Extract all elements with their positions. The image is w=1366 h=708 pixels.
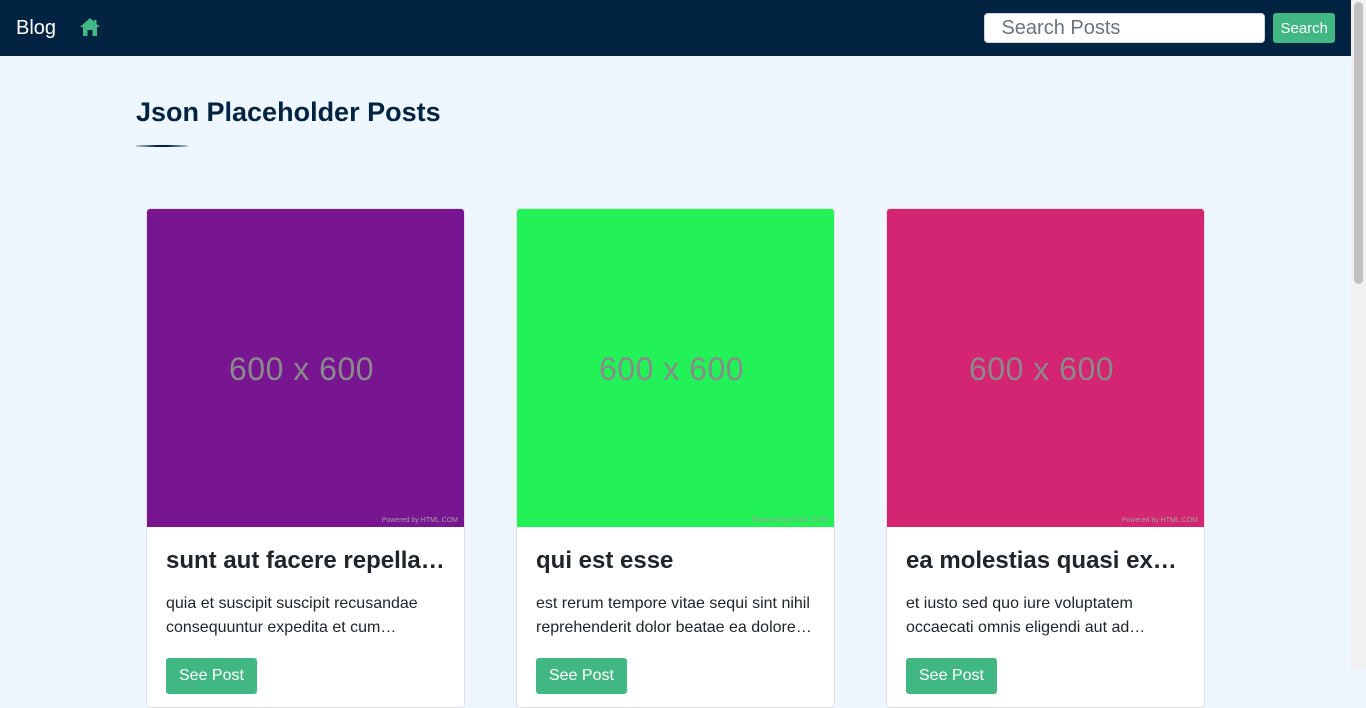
search-input[interactable] (984, 13, 1266, 43)
brand-link[interactable]: Blog (16, 14, 56, 42)
title-underline (136, 145, 188, 147)
post-image-label: 600 x 600 (598, 350, 745, 387)
post-card-body: sunt aut facere repellat provident occae… (147, 527, 464, 707)
search-button[interactable]: Search (1273, 13, 1335, 43)
post-title: ea molestias quasi exercitationem repell… (906, 547, 1185, 574)
post-excerpt: quia et suscipit suscipit recusandae con… (166, 595, 418, 636)
post-card: 600 x 600 Powered by HTML.COM ea molesti… (886, 208, 1205, 708)
post-excerpt: et iusto sed quo iure voluptatem occaeca… (906, 595, 1133, 636)
post-excerpt: est rerum tempore vitae sequi sint nihil… (536, 595, 810, 636)
post-image: 600 x 600 Powered by HTML.COM (517, 209, 834, 527)
post-image-credit: Powered by HTML.COM (751, 517, 828, 524)
scrollbar-thumb[interactable] (1354, 2, 1363, 284)
post-title: sunt aut facere repellat provident occae… (166, 547, 445, 574)
post-card-body: ea molestias quasi exercitationem repell… (887, 527, 1204, 707)
post-card-body: qui est esse est rerum tempore vitae seq… (517, 527, 834, 707)
post-image-credit: Powered by HTML.COM (381, 517, 458, 524)
post-image: 600 x 600 Powered by HTML.COM (147, 209, 464, 527)
post-card: 600 x 600 Powered by HTML.COM sunt aut f… (146, 208, 465, 708)
search-form: Search (984, 13, 1335, 43)
post-image-label: 600 x 600 (228, 350, 375, 387)
see-post-button[interactable]: See Post (166, 658, 257, 694)
see-post-button[interactable]: See Post (906, 658, 997, 694)
navbar: Blog Search (0, 0, 1351, 56)
post-card: 600 x 600 Powered by HTML.COM qui est es… (516, 208, 835, 708)
see-post-button[interactable]: See Post (536, 658, 627, 694)
post-image-credit: Powered by HTML.COM (1121, 517, 1198, 524)
home-icon[interactable] (79, 17, 101, 37)
post-image-label: 600 x 600 (968, 350, 1115, 387)
post-image: 600 x 600 Powered by HTML.COM (887, 209, 1204, 527)
post-title: qui est esse (536, 547, 674, 574)
page-title: Json Placeholder Posts (136, 97, 441, 127)
page-scrollbar[interactable] (1351, 0, 1366, 670)
